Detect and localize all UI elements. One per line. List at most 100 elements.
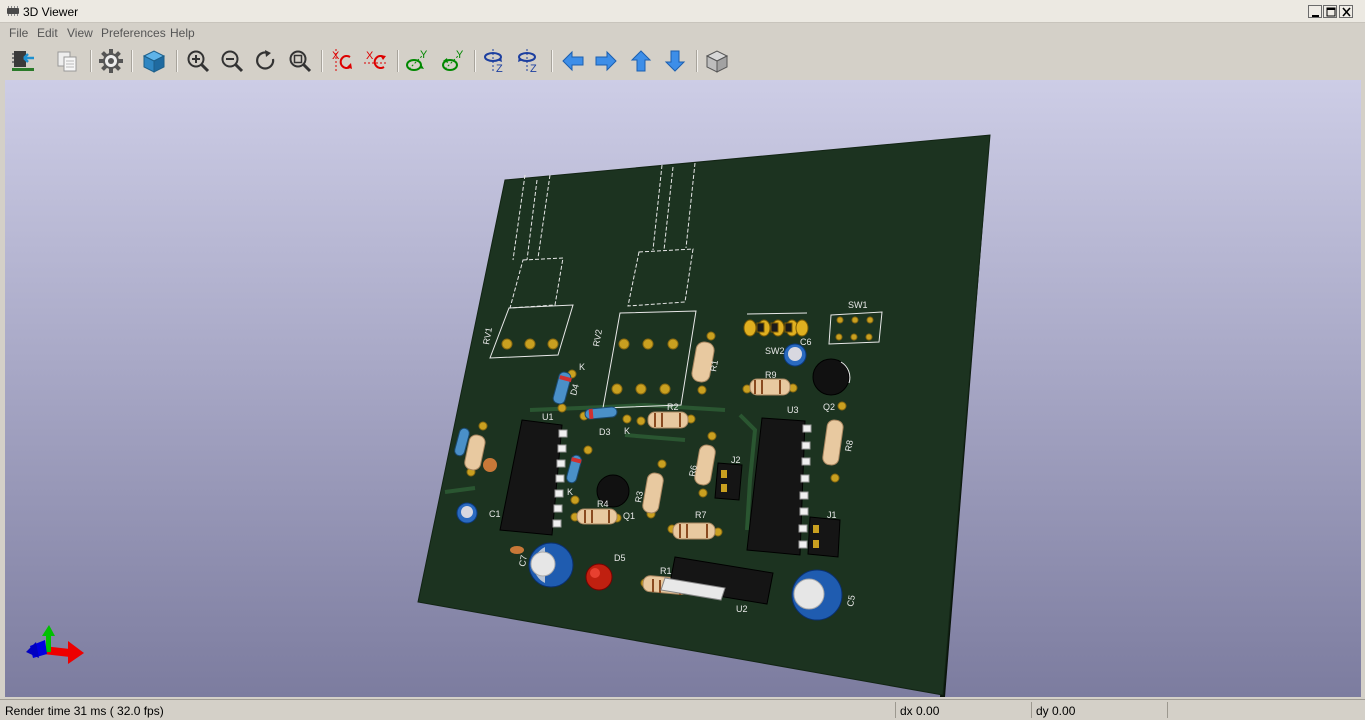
ortho-projection-button[interactable] <box>703 47 731 75</box>
reload-board-button[interactable] <box>10 47 38 75</box>
svg-text:X: X <box>366 50 374 62</box>
close-icon <box>1342 7 1351 17</box>
redraw-icon <box>256 50 275 70</box>
pan-down-icon <box>664 50 686 72</box>
rotate-y-ccw-icon: Y <box>442 49 464 71</box>
reload-board-icon <box>12 51 34 71</box>
dx-panel: dx 0.00 <box>895 702 1031 718</box>
chip-app-icon <box>7 6 19 16</box>
render-time-text: Render time 31 ms ( 32.0 fps) <box>5 704 164 718</box>
silkscreen-label: R8 <box>843 439 855 452</box>
copy-to-clipboard-icon <box>57 51 77 72</box>
svg-text:Y: Y <box>420 49 428 61</box>
zoom-fit-button[interactable] <box>286 47 314 75</box>
silkscreen-label: R3 <box>633 490 645 503</box>
rotate-x-cw-button[interactable]: X <box>328 47 356 75</box>
svg-text:X: X <box>332 50 340 62</box>
minimize-button[interactable] <box>1308 5 1322 18</box>
capacitor-c6 <box>783 343 807 367</box>
menu-preferences[interactable]: Preferences <box>101 26 166 40</box>
silkscreen-label: U3 <box>787 405 799 415</box>
ortho-cube-icon <box>705 50 729 73</box>
transistor-q2 <box>812 358 851 396</box>
pan-up-icon <box>630 50 652 72</box>
silkscreen-label: R1 <box>708 359 720 372</box>
rotate-z-cw-button[interactable]: Z <box>481 47 509 75</box>
pan-right-icon <box>595 50 617 72</box>
silkscreen-label: R7 <box>695 510 707 520</box>
maximize-button[interactable] <box>1323 5 1337 18</box>
pan-down-button[interactable] <box>661 47 689 75</box>
silkscreen-label: U2 <box>736 604 748 614</box>
led-d5 <box>585 563 613 591</box>
svg-text:Y: Y <box>456 49 464 61</box>
silkscreen-label: J2 <box>731 455 741 465</box>
rotate-z-cw-icon: Z <box>484 49 503 75</box>
rotate-z-ccw-button[interactable]: Z <box>515 47 543 75</box>
axis-gizmo <box>26 625 84 664</box>
window-title: 3D Viewer <box>23 5 79 19</box>
silkscreen-label: C7 <box>517 554 529 567</box>
silkscreen-label: R6 <box>687 464 699 477</box>
pan-left-icon <box>562 50 584 72</box>
sw2-header <box>743 319 809 337</box>
settings-gear-icon <box>99 49 123 73</box>
pan-right-button[interactable] <box>592 47 620 75</box>
dy-panel: dy 0.00 <box>1031 702 1167 718</box>
menu-edit[interactable]: Edit <box>37 26 58 40</box>
silkscreen-label: R4 <box>597 499 609 509</box>
rotate-x-ccw-icon: X <box>364 50 388 69</box>
silkscreen-label: C5 <box>845 594 857 607</box>
status-bar: Render time 31 ms ( 32.0 fps) dx 0.00 dy… <box>0 699 1365 720</box>
silkscreen-label: J1 <box>827 510 837 520</box>
rotate-y-cw-icon: Y <box>406 49 428 71</box>
rotate-y-ccw-button[interactable]: Y <box>439 47 467 75</box>
silkscreen-label: R9 <box>765 370 777 380</box>
redraw-button[interactable] <box>252 47 280 75</box>
svg-text:Z: Z <box>496 63 503 75</box>
connector-j1 <box>807 516 841 558</box>
status-empty-panel <box>1167 702 1361 718</box>
display-options-button[interactable] <box>97 47 125 75</box>
rotate-x-cw-icon: X <box>332 49 352 73</box>
zoom-fit-icon <box>289 50 312 73</box>
3d-viewport[interactable]: RV1 RV2 SW1 SW2 C6 R9 Q2 R1 D4 D3 R2 U3 R8 U1 R6 J2 R3 R4… <box>5 80 1361 697</box>
pcb-board <box>417 134 991 696</box>
capacitor-c7 <box>528 542 574 588</box>
rotate-y-cw-button[interactable]: Y <box>403 47 431 75</box>
close-button[interactable] <box>1339 5 1353 18</box>
title-bar: 3D Viewer <box>0 0 1365 23</box>
rotate-x-ccw-button[interactable]: X <box>362 47 390 75</box>
dy-text: dy 0.00 <box>1036 704 1076 718</box>
silkscreen-label: Q1 <box>623 511 635 521</box>
silkscreen-label: U1 <box>542 412 554 422</box>
svg-text:Z: Z <box>530 63 537 75</box>
silkscreen-label: D5 <box>614 553 626 563</box>
rotate-z-ccw-icon: Z <box>518 49 537 75</box>
menu-help[interactable]: Help <box>170 26 195 40</box>
maximize-icon <box>1326 7 1336 17</box>
silkscreen-label: K <box>624 426 630 436</box>
silkscreen-label: SW2 <box>765 346 785 356</box>
capacitor-c5 <box>791 569 843 621</box>
zoom-in-button[interactable] <box>184 47 212 75</box>
zoom-out-button[interactable] <box>218 47 246 75</box>
dx-text: dx 0.00 <box>900 704 940 718</box>
silkscreen-label: K <box>579 362 585 372</box>
copy-image-button[interactable] <box>54 47 82 75</box>
menu-view[interactable]: View <box>67 26 93 40</box>
silkscreen-label: R1 <box>660 566 672 576</box>
zoom-in-icon <box>187 50 210 73</box>
silkscreen-label: SW1 <box>848 300 868 310</box>
pan-up-button[interactable] <box>627 47 655 75</box>
connector-j2 <box>714 462 743 501</box>
pan-left-button[interactable] <box>559 47 587 75</box>
capacitor-c1 <box>456 502 478 524</box>
silkscreen-label: D3 <box>599 427 611 437</box>
zoom-out-icon <box>221 50 244 73</box>
minimize-icon <box>1312 15 1319 17</box>
menu-file[interactable]: File <box>9 26 28 40</box>
silkscreen-label: R2 <box>667 402 679 412</box>
raytracing-button[interactable] <box>140 47 168 75</box>
toolbar: X X Y Y Z Z <box>0 43 1365 79</box>
